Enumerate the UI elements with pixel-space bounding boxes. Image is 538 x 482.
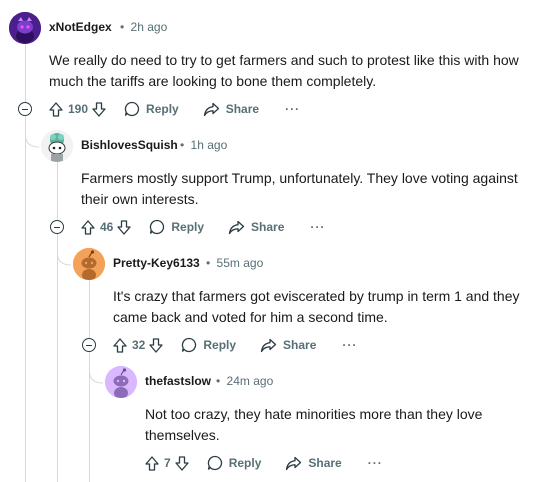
downvote-button[interactable] <box>175 455 189 471</box>
collapse-thread-button[interactable] <box>50 220 64 234</box>
reply-label: Reply <box>171 220 205 234</box>
downvote-icon <box>92 101 106 117</box>
avatar-snoo-icon <box>41 130 73 162</box>
comment-bubble-icon <box>182 337 197 353</box>
share-button[interactable]: Share <box>228 220 284 235</box>
comment-meta: • 2h ago <box>120 20 167 34</box>
reply-label: Reply <box>146 102 179 116</box>
comment-body: We really do need to try to get farmers … <box>49 52 519 89</box>
share-button[interactable]: Share <box>203 102 259 117</box>
vote-count: 46 <box>100 220 114 234</box>
avatar[interactable] <box>9 12 41 44</box>
separator-dot: • <box>216 374 221 388</box>
comment-timestamp[interactable]: 24m ago <box>227 374 274 388</box>
share-icon <box>260 338 277 352</box>
downvote-icon <box>117 219 132 235</box>
comment-timestamp[interactable]: 55m ago <box>217 256 264 270</box>
share-icon <box>203 102 219 116</box>
comment-actions: 46 Reply Share ··· <box>81 217 325 237</box>
comment-bubble-icon <box>124 101 140 117</box>
more-options-button[interactable]: ··· <box>285 102 300 116</box>
comment-author[interactable]: BishlovesSquish <box>81 138 178 152</box>
upvote-button[interactable] <box>81 219 95 235</box>
comment-actions: 32 Reply Share ··· <box>113 335 357 355</box>
comment-actions: 190 Reply Share ··· <box>49 99 300 119</box>
share-icon <box>228 220 245 234</box>
downvote-button[interactable] <box>117 219 132 235</box>
reply-button[interactable]: Reply <box>207 455 262 471</box>
more-options-button[interactable]: ··· <box>310 220 325 234</box>
separator-dot: • <box>120 20 125 34</box>
vote-count: 32 <box>132 338 146 352</box>
downvote-button[interactable] <box>149 337 164 353</box>
vote-count: 190 <box>68 102 89 116</box>
collapse-thread-button[interactable] <box>82 338 96 352</box>
share-label: Share <box>225 102 260 116</box>
thread-line-level-1[interactable] <box>57 160 58 482</box>
upvote-icon <box>49 101 63 117</box>
comment-body: Not too crazy, they hate minorities more… <box>145 406 483 443</box>
separator-dot: • <box>206 256 211 270</box>
upvote-icon <box>113 337 127 353</box>
avatar[interactable] <box>41 130 73 162</box>
comment-meta: • 55m ago <box>206 256 263 270</box>
reply-button[interactable]: Reply <box>149 219 204 235</box>
downvote-icon <box>175 455 189 471</box>
share-icon <box>286 456 302 470</box>
upvote-icon <box>81 219 95 235</box>
share-label: Share <box>308 456 342 470</box>
reply-button[interactable]: Reply <box>181 337 236 353</box>
avatar[interactable] <box>73 248 105 280</box>
comment-bubble-icon <box>207 455 222 471</box>
collapse-thread-button[interactable] <box>18 102 32 116</box>
share-label: Share <box>283 338 317 352</box>
comment-author[interactable]: thefastslow <box>145 374 211 388</box>
avatar-snoo-icon <box>105 366 137 398</box>
comment-meta: • 24m ago <box>216 374 273 388</box>
comment-body: It's crazy that farmers got eviscerated … <box>113 288 520 325</box>
more-options-button[interactable]: ··· <box>368 456 383 470</box>
comment-timestamp[interactable]: 2h ago <box>131 20 168 34</box>
more-options-button[interactable]: ··· <box>342 338 357 352</box>
avatar-snoo-icon <box>9 12 41 44</box>
share-button[interactable]: Share <box>260 338 316 353</box>
comment-actions: 7 Reply Share ··· <box>145 453 383 473</box>
downvote-button[interactable] <box>92 101 106 117</box>
upvote-button[interactable] <box>49 101 63 117</box>
comment-bubble-icon <box>150 219 165 235</box>
upvote-icon <box>145 455 159 471</box>
downvote-icon <box>149 337 164 353</box>
upvote-button[interactable] <box>145 455 159 471</box>
upvote-button[interactable] <box>113 337 127 353</box>
avatar-snoo-icon <box>73 248 105 280</box>
separator-dot: • <box>180 138 185 152</box>
comment-body: Farmers mostly support Trump, unfortunat… <box>81 170 518 207</box>
share-button[interactable]: Share <box>285 456 342 471</box>
comment-author[interactable]: Pretty-Key6133 <box>113 256 200 270</box>
comment-timestamp[interactable]: 1h ago <box>191 138 228 152</box>
comment-meta: • 1h ago <box>180 138 227 152</box>
vote-count: 7 <box>164 456 171 470</box>
reply-label: Reply <box>228 456 262 470</box>
reply-label: Reply <box>203 338 237 352</box>
comment-author[interactable]: xNotEdgex <box>49 20 112 34</box>
avatar[interactable] <box>105 366 137 398</box>
share-label: Share <box>251 220 285 234</box>
reply-button[interactable]: Reply <box>124 101 179 117</box>
